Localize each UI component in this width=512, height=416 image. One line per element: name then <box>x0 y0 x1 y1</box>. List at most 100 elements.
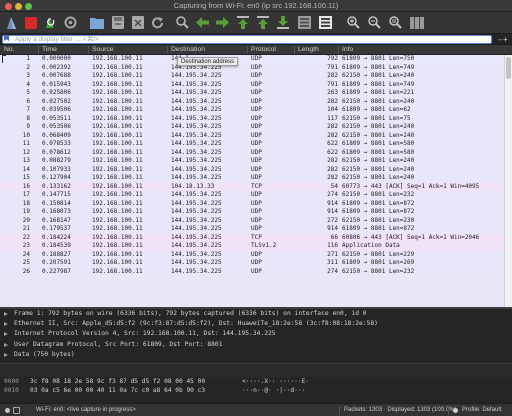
packet-row[interactable]: 15 0.127904 192.168.100.11 144.195.34.225 UD… <box>0 174 504 183</box>
packet-length: 792 <box>327 55 338 62</box>
column-separator[interactable] <box>247 46 248 54</box>
packet-length: 622 <box>327 148 338 156</box>
column-header-time[interactable]: Time <box>42 46 57 53</box>
packet-row[interactable]: 22 0.184224 192.168.100.11 144.195.34.225 TC… <box>0 233 504 242</box>
packet-row[interactable]: 11 0.078533 192.168.100.11 144.195.34.225 UD… <box>0 140 504 149</box>
column-separator[interactable] <box>167 46 168 54</box>
column-separator[interactable] <box>88 46 89 54</box>
zoom-normal-button[interactable] <box>388 15 403 30</box>
packet-row[interactable]: 2 0.002392 192.168.100.11 144.195.34.225 UDP… <box>0 63 504 72</box>
go-last-button[interactable] <box>275 15 290 30</box>
add-filter-button[interactable]: + <box>503 35 508 44</box>
packet-row[interactable]: 6 0.027502 192.168.100.11 144.195.34.225 UDP… <box>0 97 504 106</box>
packet-list-scrollbar[interactable] <box>504 55 512 307</box>
reload-file-button[interactable] <box>150 15 165 30</box>
packet-row[interactable]: 10 0.068409 192.168.100.11 144.195.34.225 UD… <box>0 131 504 140</box>
packet-row[interactable]: 5 0.025806 192.168.100.11 144.195.34.225 UDP… <box>0 89 504 98</box>
expand-arrow-icon[interactable] <box>4 322 8 327</box>
capture-options-icon <box>64 16 77 29</box>
resize-columns-button[interactable] <box>409 15 424 30</box>
scrollbar-thumb[interactable] <box>506 57 511 79</box>
packet-row[interactable]: 23 0.184539 192.168.100.11 144.195.34.225 TL… <box>0 242 504 251</box>
profile-text[interactable]: Profile: Default <box>462 407 501 413</box>
column-header-info[interactable]: Info <box>342 46 353 53</box>
apply-filter-arrow-icon[interactable]: → <box>496 36 503 43</box>
go-first-button[interactable] <box>255 15 270 30</box>
column-separator[interactable] <box>338 46 339 54</box>
expert-info-icon[interactable] <box>5 408 10 413</box>
column-header-destination[interactable]: Destination <box>171 46 205 53</box>
packet-protocol: UDP <box>251 140 262 147</box>
packet-row[interactable]: 12 0.078612 192.168.100.11 144.195.34.225 UD… <box>0 148 504 157</box>
expand-arrow-icon[interactable] <box>4 312 8 316</box>
capture-comments-icon[interactable] <box>13 407 20 414</box>
packet-row[interactable]: 25 0.207591 192.168.100.11 144.195.34.225 UD… <box>0 259 504 268</box>
column-header-no[interactable]: No. <box>4 46 15 53</box>
packet-row[interactable]: 16 0.133162 192.168.100.11 104.18.13.33 TCP 5… <box>0 182 504 191</box>
packet-row[interactable]: 17 0.147715 192.168.100.11 144.195.34.225 UD… <box>0 191 504 200</box>
packet-row[interactable]: 19 0.168073 192.168.100.11 144.195.34.225 UD… <box>0 208 504 217</box>
column-separator[interactable] <box>294 46 295 54</box>
autoscroll-button[interactable] <box>297 15 312 30</box>
packet-time: 0.179537 <box>42 225 71 232</box>
packet-row[interactable]: 13 0.088279 192.168.100.11 144.195.34.225 UD… <box>0 157 504 166</box>
packet-no: 6 <box>26 97 30 105</box>
status-separator <box>339 406 340 415</box>
go-to-packet-button[interactable] <box>235 15 250 30</box>
hex-dump-row[interactable]: 0010 03 0a c5 6e 00 00 40 11 0a 7c c0 a8 … <box>0 386 512 395</box>
go-back-button[interactable] <box>195 15 210 30</box>
start-capture-button[interactable] <box>4 15 19 30</box>
column-header-protocol[interactable]: Protocol <box>251 46 276 53</box>
expand-arrow-icon[interactable] <box>4 342 8 347</box>
save-file-button[interactable] <box>110 15 125 30</box>
packet-row[interactable]: 8 0.053511 192.168.100.11 144.195.34.225 UDP… <box>0 114 504 123</box>
hex-ascii: ···n··@· ·|··d··· <box>242 387 306 394</box>
packet-no: 2 <box>26 63 30 71</box>
packet-length: 791 <box>327 80 338 88</box>
zoom-in-button[interactable] <box>346 15 361 30</box>
detail-tree-item[interactable]: User Datagram Protocol, Src Port: 61809,… <box>0 340 512 350</box>
packet-no: 5 <box>26 89 30 96</box>
packet-row[interactable]: 26 0.227987 192.168.100.11 144.195.34.225 UD… <box>0 267 504 276</box>
packet-row[interactable]: 24 0.188827 192.168.100.11 144.195.34.225 UD… <box>0 250 504 259</box>
colorize-button[interactable] <box>318 15 333 30</box>
restart-capture-button[interactable] <box>43 15 58 30</box>
go-forward-button[interactable] <box>215 15 230 30</box>
open-file-button[interactable] <box>89 15 104 30</box>
packet-row[interactable]: 20 0.168147 192.168.100.11 144.195.34.225 UD… <box>0 216 504 225</box>
packet-row[interactable]: 10.000000192.168.100.11144.1UDP79261809 … <box>0 55 504 64</box>
go-last-icon <box>276 16 289 29</box>
find-packet-button[interactable] <box>175 15 190 30</box>
packet-source: 192.168.100.11 <box>92 199 143 207</box>
detail-tree-item[interactable]: Data (750 bytes) <box>0 350 512 360</box>
packet-time: 0.184224 <box>42 233 71 241</box>
detail-tree-item[interactable]: Internet Protocol Version 4, Src: 192.16… <box>0 329 512 339</box>
packet-time: 0.147715 <box>42 191 71 198</box>
column-separator[interactable] <box>38 46 39 54</box>
column-header-source[interactable]: Source <box>92 46 114 53</box>
zoom-out-button[interactable] <box>367 15 382 30</box>
hex-dump-row[interactable]: 0000 3c f8 08 18 2e 58 9c f3 87 d5 d5 f2 … <box>0 377 512 386</box>
detail-tree-item[interactable]: Ethernet II, Src: Apple_d5:d5:f2 (9c:f3:… <box>0 319 512 329</box>
packet-length: 282 <box>327 123 338 130</box>
column-header-length[interactable]: Length <box>298 46 319 53</box>
packet-row[interactable]: 18 0.150814 192.168.100.11 144.195.34.225 UD… <box>0 199 504 208</box>
expand-arrow-icon[interactable] <box>4 332 8 337</box>
stop-capture-button[interactable] <box>23 15 38 30</box>
packet-row[interactable]: 4 0.015943 192.168.100.11 144.195.34.225 UDP… <box>0 80 504 89</box>
packet-length: 274 <box>327 267 338 275</box>
packet-row[interactable]: 14 0.107933 192.168.100.11 144.195.34.225 UD… <box>0 165 504 174</box>
detail-tree-item[interactable]: Frame 1: 792 bytes on wire (6336 bits), … <box>0 309 512 319</box>
capture-options-button[interactable] <box>63 15 78 30</box>
packet-row[interactable]: 21 0.179537 192.168.100.11 144.195.34.225 UD… <box>0 225 504 234</box>
expand-arrow-icon[interactable] <box>4 352 8 357</box>
packet-row[interactable]: 7 0.039506 192.168.100.11 144.195.34.225 UDP… <box>0 106 504 115</box>
packet-length: 54 <box>330 182 338 190</box>
close-file-button[interactable] <box>130 15 145 30</box>
packet-row[interactable]: 3 0.007688 192.168.100.11 144.195.34.225 UDP… <box>0 72 504 81</box>
display-filter-input[interactable]: Apply a display filter … <⌘/> <box>2 35 492 44</box>
pane-splitter[interactable] <box>0 363 512 377</box>
packet-destination: 144.195.34.225 <box>171 259 222 266</box>
packet-destination: 144.195.34.225 <box>171 80 222 88</box>
packet-row[interactable]: 9 0.053506 192.168.100.11 144.195.34.225 UDP… <box>0 123 504 132</box>
